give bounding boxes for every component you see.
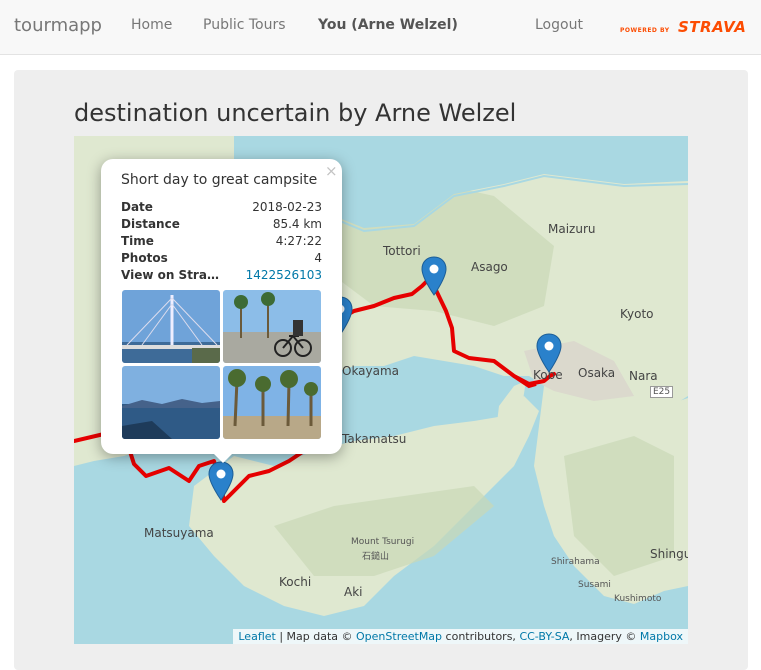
strava-wordmark: STRAVA	[678, 18, 747, 36]
brand-link[interactable]: tourmapp	[14, 15, 102, 36]
nav-public-tours[interactable]: Public Tours	[203, 17, 286, 33]
map-label-osaka: Osaka	[578, 366, 616, 380]
attribution-contrib: contributors,	[442, 630, 520, 643]
popup-title: Short day to great campsite	[121, 172, 318, 188]
popup-label: Distance	[121, 217, 180, 231]
photo-thumbnail-palms[interactable]	[223, 366, 321, 439]
attribution-sep: | Map data ©	[275, 630, 357, 643]
map-label-shingu: Shingu	[650, 547, 688, 561]
map-attribution: Leaflet | Map data © OpenStreetMap contr…	[233, 629, 688, 644]
photo-thumbnail-bicycle[interactable]	[223, 290, 321, 363]
map-label-aki: Aki	[344, 585, 363, 599]
osm-link[interactable]: OpenStreetMap	[356, 630, 442, 643]
map-label-matsuyama: Matsuyama	[144, 526, 214, 540]
map-label-kushimoto: Kushimoto	[614, 594, 662, 604]
popup-row-time: Time 4:27:22	[121, 234, 322, 250]
leaflet-link[interactable]: Leaflet	[238, 630, 275, 643]
popup-value: 85.4 km	[272, 217, 322, 231]
mapbox-link[interactable]: Mapbox	[640, 630, 683, 643]
map-label-maizuru: Maizuru	[548, 222, 596, 236]
popup-row-photos: Photos 4	[121, 251, 322, 267]
map-label-susami: Susami	[578, 580, 611, 590]
popup-label: View on Strava	[121, 268, 219, 282]
nav-logout[interactable]: Logout	[535, 17, 583, 33]
map-label-asago: Asago	[471, 260, 508, 274]
map-label-kochi: Kochi	[279, 575, 312, 589]
photo-thumbnail-sea[interactable]	[122, 366, 220, 439]
nav-you[interactable]: You (Arne Welzel)	[318, 17, 458, 33]
popup-close-button[interactable]: ×	[325, 162, 338, 180]
map-label-takamatsu: Takamatsu	[342, 432, 407, 446]
license-link[interactable]: CC-BY-SA	[519, 630, 569, 643]
popup-value: 4:27:22	[275, 234, 322, 248]
attribution-imagery: , Imagery ©	[569, 630, 640, 643]
map-label-shirahama: Shirahama	[551, 557, 600, 567]
map-label-nara: Nara	[629, 369, 658, 383]
map-marker-pin[interactable]	[421, 256, 447, 296]
nav-home[interactable]: Home	[131, 17, 172, 33]
popup-row-distance: Distance 85.4 km	[121, 217, 322, 233]
page-title: destination uncertain by Arne Welzel	[74, 99, 517, 127]
popup-row-date: Date 2018-02-23	[121, 200, 322, 216]
navbar: tourmapp Home Public Tours You (Arne Wel…	[0, 0, 761, 55]
map-label-mount-tsurugi: Mount Tsurugi	[351, 537, 415, 547]
map-marker-pin[interactable]	[536, 333, 562, 373]
photo-thumbnail-bridge[interactable]	[122, 290, 220, 363]
map-label-kyoto: Kyoto	[620, 307, 654, 321]
map-label-ishizuchi: 石鎚山	[362, 552, 390, 562]
popup-label: Photos	[121, 251, 168, 265]
strava-activity-link[interactable]: 1422526103	[246, 268, 322, 282]
popup-value: 4	[314, 251, 322, 265]
map-label-tottori: Tottori	[383, 244, 421, 258]
popup-tip	[212, 452, 234, 463]
popup-label: Date	[121, 200, 153, 214]
map-label-e25: E25	[650, 386, 674, 398]
popup-value: 2018-02-23	[252, 200, 322, 214]
popup-row-strava: View on Strava 1422526103	[121, 268, 322, 284]
popup-label: Time	[121, 234, 154, 248]
map-marker-pin-active[interactable]	[208, 461, 234, 501]
powered-by-text: POWERED BY	[620, 27, 670, 34]
map-label-okayama: Okayama	[342, 364, 400, 378]
